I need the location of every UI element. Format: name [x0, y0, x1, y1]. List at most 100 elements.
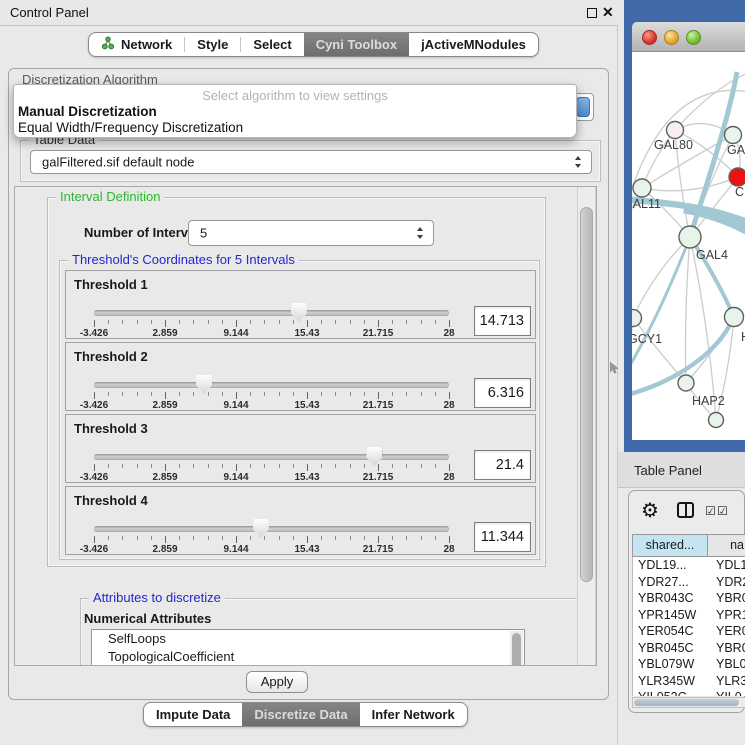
combobox-focus-button[interactable] [576, 97, 590, 117]
interval-definition-title: Interval Definition [56, 190, 164, 204]
slider-thumb[interactable] [253, 519, 269, 538]
slider-track[interactable] [94, 310, 449, 316]
table-row[interactable]: YLR345WYLR3 [633, 673, 745, 690]
network-edge[interactable] [690, 237, 716, 420]
tick-mark [208, 464, 209, 468]
tab-impute-data[interactable]: Impute Data [144, 703, 242, 726]
tick-mark [350, 536, 351, 540]
popup-option-equal-width-frequency-discretization[interactable]: Equal Width/Frequency Discretization [14, 120, 576, 136]
slider-track[interactable] [94, 526, 449, 532]
tab-discretize-data[interactable]: Discretize Data [242, 703, 359, 726]
table-row[interactable]: YIL052CYIL0 [633, 689, 745, 696]
table-row[interactable]: YBL079WYBL0 [633, 656, 745, 673]
network-node-gal11[interactable] [633, 179, 651, 197]
tick-mark [94, 464, 95, 471]
table-row[interactable]: YBR045CYBR0 [633, 640, 745, 657]
network-edge[interactable] [686, 237, 691, 383]
number-of-intervals-combobox[interactable]: 5 [188, 220, 434, 246]
tab-jactivemnodules[interactable]: jActiveMNodules [409, 33, 538, 56]
slider-track[interactable] [94, 382, 449, 388]
table-row[interactable]: YER054CYER0 [633, 623, 745, 640]
apply-button[interactable]: Apply [246, 671, 308, 693]
tab-select[interactable]: Select [241, 33, 303, 56]
panel-scrollbar-thumb[interactable] [580, 207, 593, 582]
network-node-gal80[interactable] [667, 122, 684, 139]
tick-mark [350, 392, 351, 396]
column-header-na[interactable]: na [708, 534, 745, 557]
network-node-hap2[interactable] [678, 375, 694, 391]
tick-mark [264, 320, 265, 324]
tab-infer-network[interactable]: Infer Network [360, 703, 467, 726]
cell-shared-name: YBL079W [633, 656, 712, 673]
control-panel: Control Panel ✕ NetworkStyleSelectCyni T… [0, 0, 618, 745]
tick-mark [392, 320, 393, 324]
column-header-shared[interactable]: shared... [632, 534, 708, 557]
table-row[interactable]: YDR27...YDR2 [633, 574, 745, 591]
cell-name: YBR0 [712, 640, 745, 657]
close-traffic-light[interactable] [642, 30, 657, 45]
tick-mark [378, 320, 379, 327]
tick-mark [236, 464, 237, 471]
settings-scroll-panel: Interval Definition Number of Intervals … [14, 186, 597, 666]
cell-shared-name: YBR045C [633, 640, 712, 657]
list-item[interactable]: SelfLoops [92, 630, 524, 648]
network-edge-highlighted[interactable] [632, 237, 690, 372]
attributes-group: Attributes to discretize Numerical Attri… [80, 598, 579, 666]
network-node[interactable] [709, 413, 724, 428]
network-node-c[interactable] [729, 168, 745, 186]
list-item[interactable]: TopologicalCoefficient [92, 648, 524, 666]
tick-mark [179, 536, 180, 540]
network-node-gal4[interactable] [679, 226, 701, 248]
tick-mark [193, 464, 194, 468]
table-row[interactable]: YBR043CYBR0 [633, 590, 745, 607]
float-window-icon[interactable] [587, 8, 597, 18]
cell-name: YBL0 [712, 656, 745, 673]
gear-icon[interactable]: ⚙ [641, 498, 659, 523]
tick-label: 9.144 [223, 544, 248, 555]
tab-network[interactable]: Network [89, 33, 184, 56]
close-icon[interactable]: ✕ [602, 4, 614, 21]
attributes-listbox[interactable]: SelfLoopsTopologicalCoefficientBetweenne… [91, 629, 525, 666]
tick-mark [108, 392, 109, 396]
threshold-value-field[interactable]: 21.4 [474, 450, 531, 480]
tick-mark [279, 464, 280, 468]
tick-label: 21.715 [363, 328, 394, 339]
checkbox-icon[interactable]: ☑ [717, 504, 728, 518]
tick-mark [222, 464, 223, 468]
checkbox-icon[interactable]: ☑ [705, 504, 716, 518]
slider-track[interactable] [94, 454, 449, 460]
cell-name: YDL1 [712, 557, 745, 574]
network-node-ga[interactable] [725, 127, 742, 144]
tick-mark [293, 464, 294, 468]
table-row[interactable]: YPR145WYPR1 [633, 607, 745, 624]
node-label: C [735, 185, 744, 199]
network-node-gcy1[interactable] [632, 310, 642, 327]
network-view-canvas[interactable]: GAL80GACGAL11GAL4GCY1HHAP2 [632, 52, 745, 440]
tick-mark [193, 536, 194, 540]
network-node-h[interactable] [725, 308, 744, 327]
list-scrollbar-thumb[interactable] [512, 633, 521, 666]
table-data-combobox[interactable]: galFiltered.sif default node [30, 150, 592, 174]
tick-mark [208, 536, 209, 540]
table-row[interactable]: YDL19...YDL1 [633, 557, 745, 574]
popup-option-manual-discretization[interactable]: Manual Discretization [14, 104, 576, 120]
network-window-titlebar[interactable] [632, 22, 745, 52]
zoom-traffic-light[interactable] [686, 30, 701, 45]
tab-label: jActiveMNodules [421, 37, 526, 52]
slider-thumb[interactable] [366, 447, 382, 466]
threshold-value-field[interactable]: 14.713 [474, 306, 531, 336]
tab-cyni-toolbox[interactable]: Cyni Toolbox [304, 33, 409, 56]
split-columns-icon[interactable] [677, 502, 694, 518]
panel-scrollbar[interactable] [577, 187, 596, 666]
tab-style[interactable]: Style [185, 33, 240, 56]
slider-thumb[interactable] [196, 375, 212, 394]
list-scrollbar[interactable] [510, 631, 523, 666]
tick-mark [321, 392, 322, 396]
minimize-traffic-light[interactable] [664, 30, 679, 45]
horizontal-scrollbar-thumb[interactable] [634, 699, 739, 706]
tick-label: 28 [443, 544, 454, 555]
horizontal-scrollbar[interactable] [632, 697, 745, 708]
tick-mark [378, 536, 379, 543]
threshold-value-field[interactable]: 6.316 [474, 378, 531, 408]
threshold-value-field[interactable]: 11.344 [474, 522, 531, 552]
